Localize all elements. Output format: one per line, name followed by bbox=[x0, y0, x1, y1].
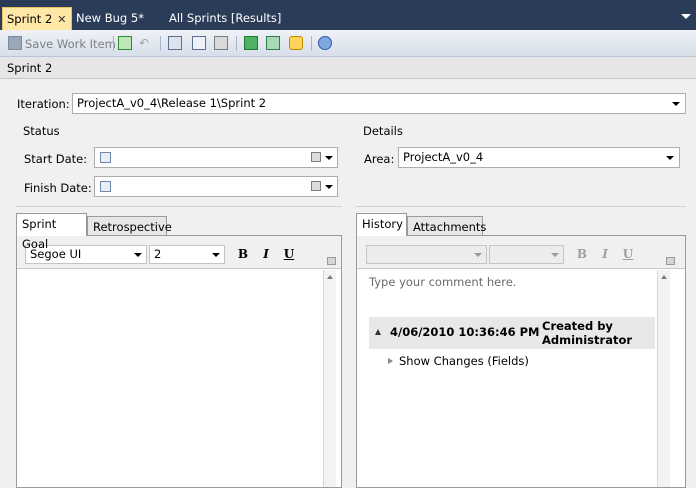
formatting-toolbar: Segoe UI 2 B I U bbox=[17, 236, 341, 269]
save-work-item-button[interactable]: Save Work Item bbox=[25, 37, 116, 51]
vertical-scrollbar[interactable] bbox=[657, 270, 670, 487]
finish-date-label: Finish Date: bbox=[24, 181, 92, 195]
document-tab-strip: Sprint 2 ✕ New Bug 5* All Sprints [Result… bbox=[0, 0, 696, 30]
italic-button[interactable]: I bbox=[258, 247, 274, 261]
tab-sprint-2[interactable]: Sprint 2 ✕ bbox=[2, 7, 72, 30]
toolbar-separator bbox=[236, 36, 237, 51]
tab-retrospective[interactable]: Retrospective bbox=[87, 216, 172, 237]
history-author-line1: Created by bbox=[542, 319, 613, 333]
bold-button[interactable]: B bbox=[235, 247, 251, 261]
project-icon[interactable] bbox=[266, 36, 280, 50]
chevron-down-icon[interactable] bbox=[325, 156, 333, 160]
status-group-divider bbox=[16, 206, 342, 207]
iteration-label: Iteration: bbox=[17, 97, 70, 111]
sprint-goal-panel: Segoe UI 2 B I U bbox=[16, 235, 342, 488]
toolbar-overflow-icon[interactable] bbox=[666, 257, 675, 265]
tab-history[interactable]: History bbox=[356, 213, 407, 236]
capture-icon[interactable] bbox=[214, 36, 228, 50]
help-icon[interactable] bbox=[318, 36, 332, 50]
toolbar-separator bbox=[113, 36, 114, 51]
area-value: ProjectA_v0_4 bbox=[403, 150, 484, 164]
font-size-select[interactable]: 2 bbox=[149, 245, 225, 264]
chevron-down-icon[interactable] bbox=[212, 253, 220, 257]
comment-input[interactable]: Type your comment here. bbox=[369, 275, 516, 289]
tab-all-sprints-results[interactable]: All Sprints [Results] bbox=[165, 7, 285, 30]
tab-attachments[interactable]: Attachments bbox=[407, 216, 487, 237]
start-date-field[interactable] bbox=[94, 147, 338, 168]
tab-label: All Sprints [Results] bbox=[169, 11, 282, 25]
history-timestamp: 4/06/2010 10:36:46 PM bbox=[390, 325, 540, 339]
iteration-value: ProjectA_v0_4\Release 1\Sprint 2 bbox=[77, 96, 267, 110]
tab-label: Sprint 2 bbox=[7, 12, 53, 26]
toolbar: Save Work Item ↶ bbox=[0, 31, 696, 57]
refresh-icon[interactable] bbox=[118, 36, 132, 50]
finish-date-field[interactable] bbox=[94, 176, 338, 197]
tab-label: History bbox=[362, 217, 403, 231]
collapse-arrow-icon[interactable] bbox=[375, 329, 381, 335]
start-date-label: Start Date: bbox=[24, 152, 88, 166]
history-panel: B I U Type your comment here. 4/06/2010 … bbox=[356, 235, 686, 488]
area-label: Area: bbox=[364, 152, 395, 166]
toolbar-overflow-icon[interactable] bbox=[327, 257, 336, 265]
tab-label: Attachments bbox=[413, 220, 487, 234]
bold-button[interactable]: B bbox=[574, 247, 590, 261]
chevron-down-icon[interactable] bbox=[325, 185, 333, 189]
chevron-down-icon[interactable] bbox=[551, 253, 559, 257]
show-changes-link[interactable]: Show Changes (Fields) bbox=[399, 354, 529, 368]
details-group-title: Details bbox=[363, 124, 403, 138]
excel-icon[interactable] bbox=[244, 36, 258, 50]
font-size-select[interactable] bbox=[489, 245, 564, 264]
tab-list-dropdown-icon[interactable] bbox=[681, 14, 691, 19]
details-group-divider bbox=[356, 206, 686, 207]
start-date-checkbox[interactable] bbox=[100, 152, 111, 163]
chevron-down-icon[interactable] bbox=[672, 102, 680, 106]
tab-label: New Bug 5* bbox=[76, 11, 144, 25]
area-field[interactable]: ProjectA_v0_4 bbox=[398, 147, 680, 168]
toolbar-separator bbox=[311, 36, 312, 51]
italic-button[interactable]: I bbox=[597, 247, 613, 261]
scroll-up-icon[interactable] bbox=[661, 275, 667, 279]
tab-new-bug-5[interactable]: New Bug 5* bbox=[72, 7, 148, 30]
history-content: Type your comment here. 4/06/2010 10:36:… bbox=[365, 270, 657, 486]
tab-label: Retrospective bbox=[93, 220, 172, 234]
sprint-goal-editor[interactable] bbox=[25, 270, 323, 486]
status-group-title: Status bbox=[23, 124, 60, 138]
font-size-value: 2 bbox=[154, 247, 162, 261]
undo-icon[interactable]: ↶ bbox=[139, 36, 149, 50]
chevron-down-icon[interactable] bbox=[134, 253, 142, 257]
font-name-select[interactable] bbox=[366, 245, 487, 264]
underline-button[interactable]: U bbox=[281, 247, 297, 261]
copy-icon[interactable] bbox=[192, 36, 206, 50]
underline-button[interactable]: U bbox=[620, 247, 636, 261]
close-icon[interactable]: ✕ bbox=[57, 9, 66, 31]
toolbar-separator bbox=[160, 36, 161, 51]
finish-date-checkbox[interactable] bbox=[100, 181, 111, 192]
tab-sprint-goal[interactable]: Sprint Goal bbox=[16, 213, 87, 251]
new-linked-item-icon[interactable] bbox=[168, 36, 182, 50]
iteration-field[interactable]: ProjectA_v0_4\Release 1\Sprint 2 bbox=[72, 93, 686, 114]
history-author-line2: Administrator bbox=[542, 333, 633, 347]
work-item-title: Sprint 2 bbox=[0, 57, 696, 79]
calendar-icon[interactable] bbox=[311, 152, 321, 162]
scroll-up-icon[interactable] bbox=[327, 275, 333, 279]
chevron-down-icon[interactable] bbox=[474, 253, 482, 257]
calendar-icon[interactable] bbox=[311, 181, 321, 191]
expand-arrow-icon[interactable] bbox=[388, 358, 393, 364]
history-entry-header[interactable]: 4/06/2010 10:36:46 PM Created by Adminis… bbox=[369, 317, 655, 349]
formatting-toolbar: B I U bbox=[357, 236, 685, 269]
chevron-down-icon[interactable] bbox=[666, 156, 674, 160]
outlook-icon[interactable] bbox=[289, 36, 303, 50]
vertical-scrollbar[interactable] bbox=[323, 270, 336, 487]
save-icon bbox=[8, 36, 22, 50]
